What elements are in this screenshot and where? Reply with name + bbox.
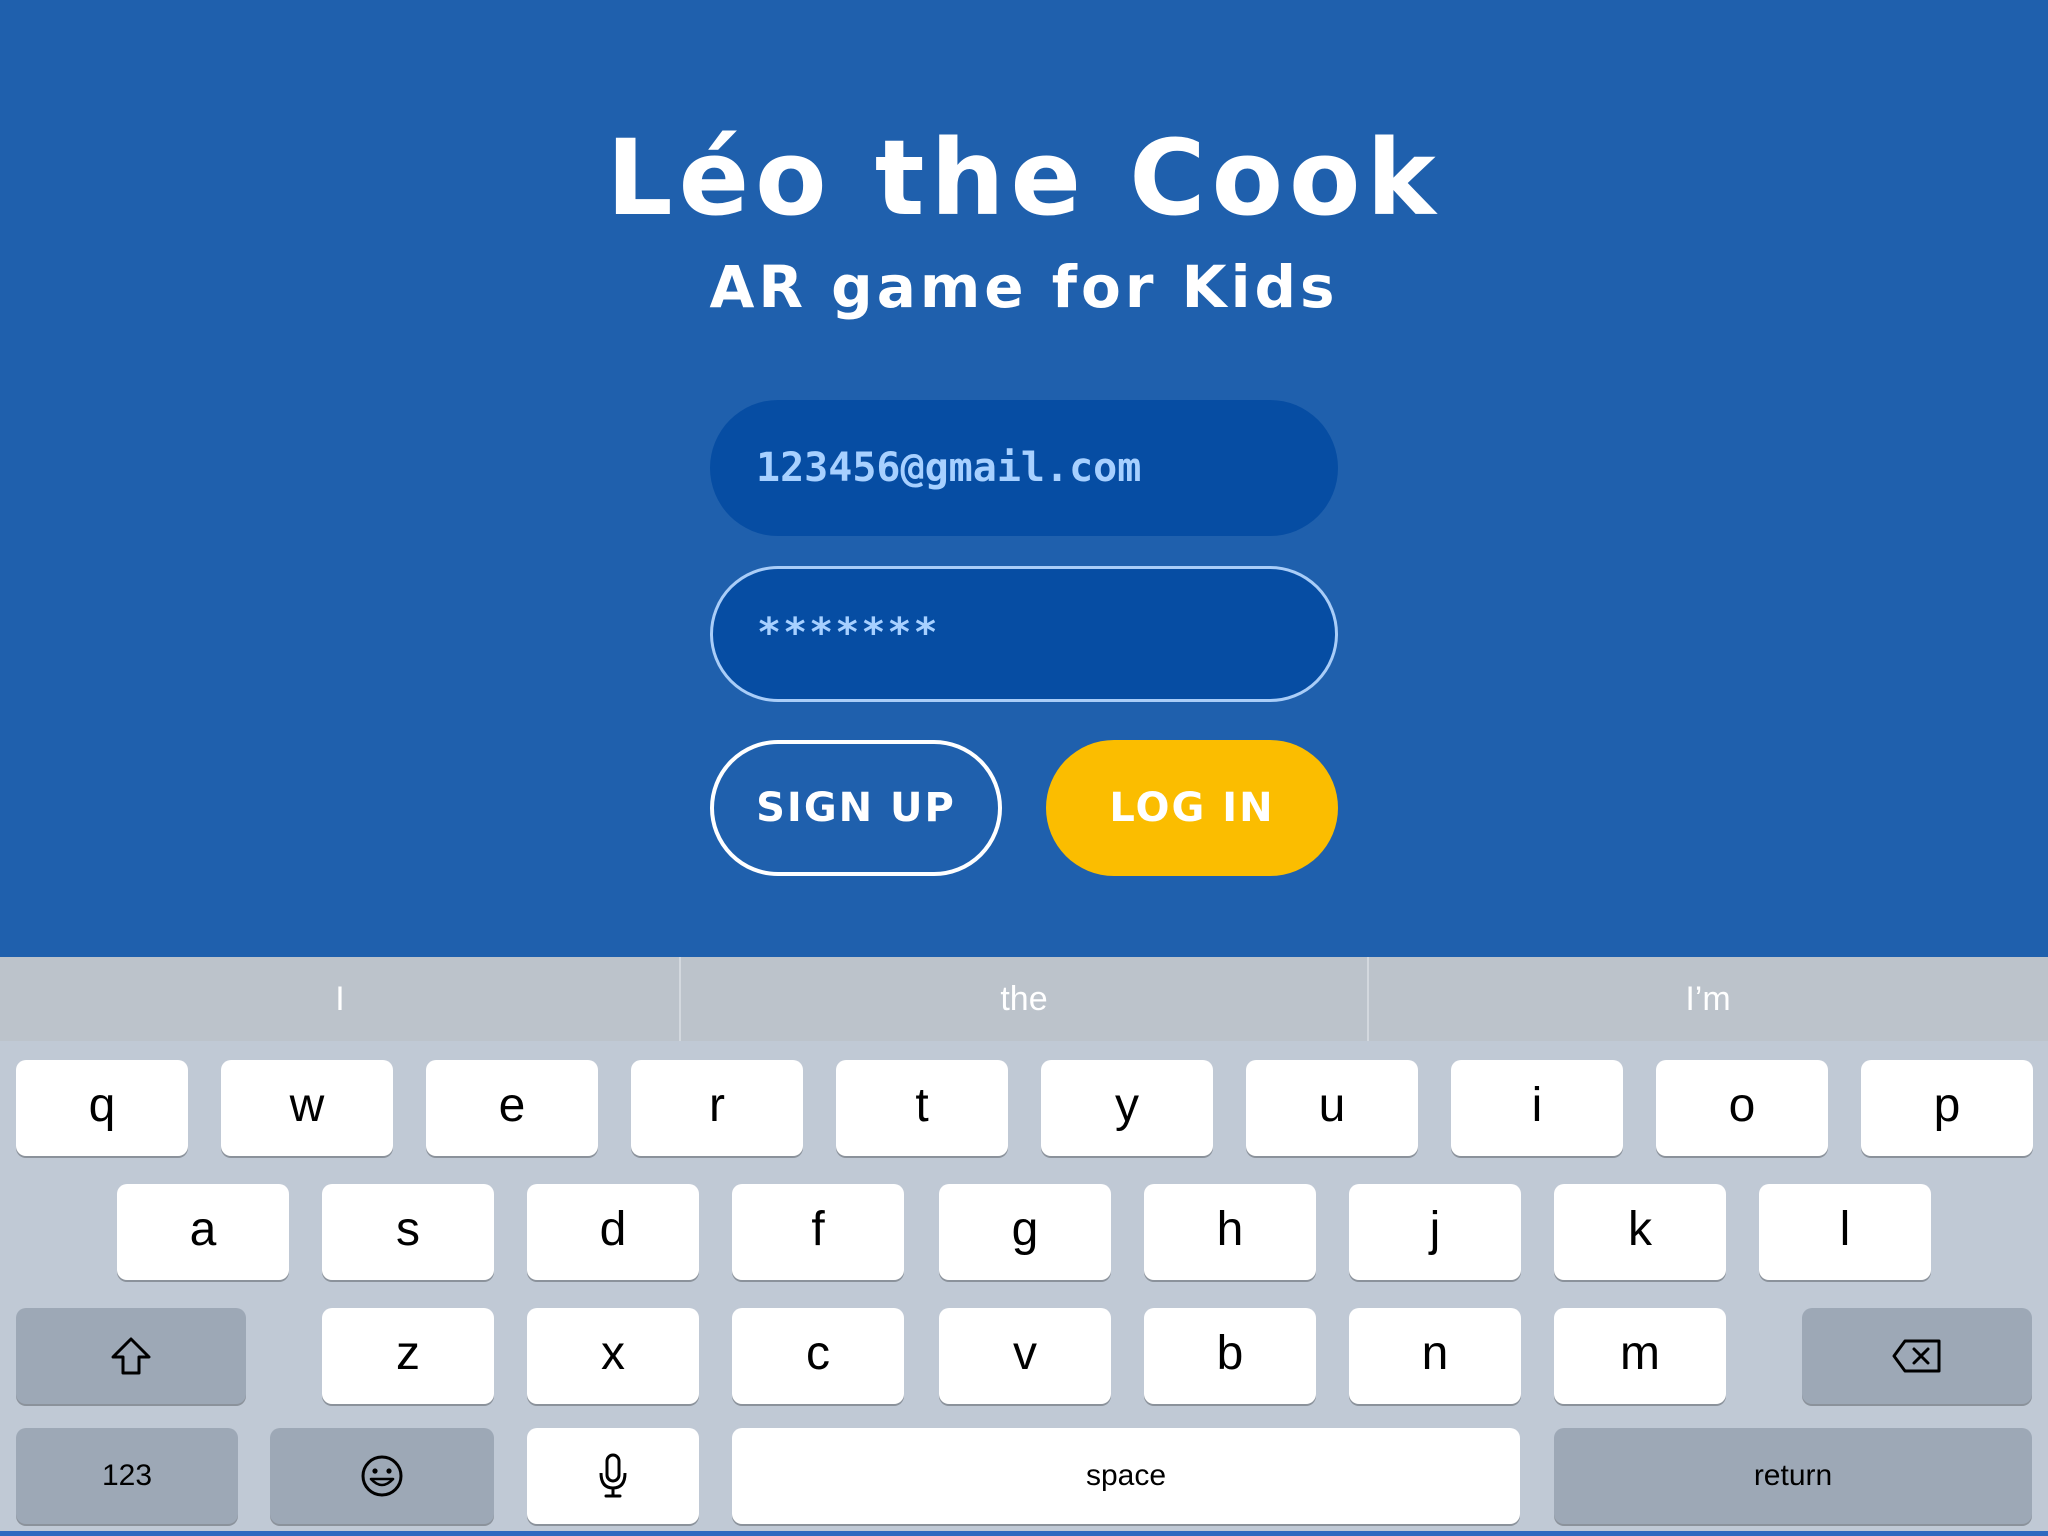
key-n[interactable]: n [1349, 1308, 1521, 1404]
key-b[interactable]: b [1144, 1308, 1316, 1404]
key-o[interactable]: o [1656, 1060, 1828, 1156]
key-j[interactable]: j [1349, 1184, 1521, 1280]
key-s[interactable]: s [322, 1184, 494, 1280]
shift-key[interactable] [16, 1308, 246, 1404]
suggestion-3[interactable]: I’m [1368, 957, 2048, 1041]
emoji-key[interactable] [270, 1428, 494, 1524]
backspace-key[interactable] [1802, 1308, 2032, 1404]
password-field[interactable]: ******* [710, 566, 1338, 702]
key-m[interactable]: m [1554, 1308, 1726, 1404]
key-v[interactable]: v [939, 1308, 1111, 1404]
key-c[interactable]: c [732, 1308, 904, 1404]
sign-up-button[interactable]: SIGN UP [710, 740, 1002, 876]
key-w[interactable]: w [221, 1060, 393, 1156]
key-y[interactable]: y [1041, 1060, 1213, 1156]
numbers-key[interactable]: 123 [16, 1428, 238, 1524]
email-value: 123456@gmail.com [756, 445, 1142, 491]
suggestion-1[interactable]: I [0, 957, 680, 1041]
key-p[interactable]: p [1861, 1060, 2033, 1156]
key-q[interactable]: q [16, 1060, 188, 1156]
suggestion-2[interactable]: the [680, 957, 1368, 1041]
key-t[interactable]: t [836, 1060, 1008, 1156]
key-i[interactable]: i [1451, 1060, 1623, 1156]
key-h[interactable]: h [1144, 1184, 1316, 1280]
password-value: ******* [757, 610, 940, 656]
key-r[interactable]: r [631, 1060, 803, 1156]
bottom-edge [0, 1531, 2048, 1536]
key-u[interactable]: u [1246, 1060, 1418, 1156]
dictation-key[interactable] [527, 1428, 699, 1524]
space-key[interactable]: space [732, 1428, 1520, 1524]
on-screen-keyboard: I the I’m q w e r t y u i o p a s d f g … [0, 957, 2048, 1536]
key-x[interactable]: x [527, 1308, 699, 1404]
suggestion-bar: I the I’m [0, 957, 2048, 1041]
key-a[interactable]: a [117, 1184, 289, 1280]
log-in-button[interactable]: LOG IN [1046, 740, 1338, 876]
app-subtitle: AR game for Kids [709, 253, 1339, 321]
email-field[interactable]: 123456@gmail.com [710, 400, 1338, 536]
login-screen: Léo the Cook AR game for Kids 123456@gma… [0, 0, 2048, 957]
key-z[interactable]: z [322, 1308, 494, 1404]
key-d[interactable]: d [527, 1184, 699, 1280]
return-key[interactable]: return [1554, 1428, 2032, 1524]
key-l[interactable]: l [1759, 1184, 1931, 1280]
app-title: Léo the Cook [606, 117, 1442, 239]
key-k[interactable]: k [1554, 1184, 1726, 1280]
key-f[interactable]: f [732, 1184, 904, 1280]
key-g[interactable]: g [939, 1184, 1111, 1280]
key-e[interactable]: e [426, 1060, 598, 1156]
